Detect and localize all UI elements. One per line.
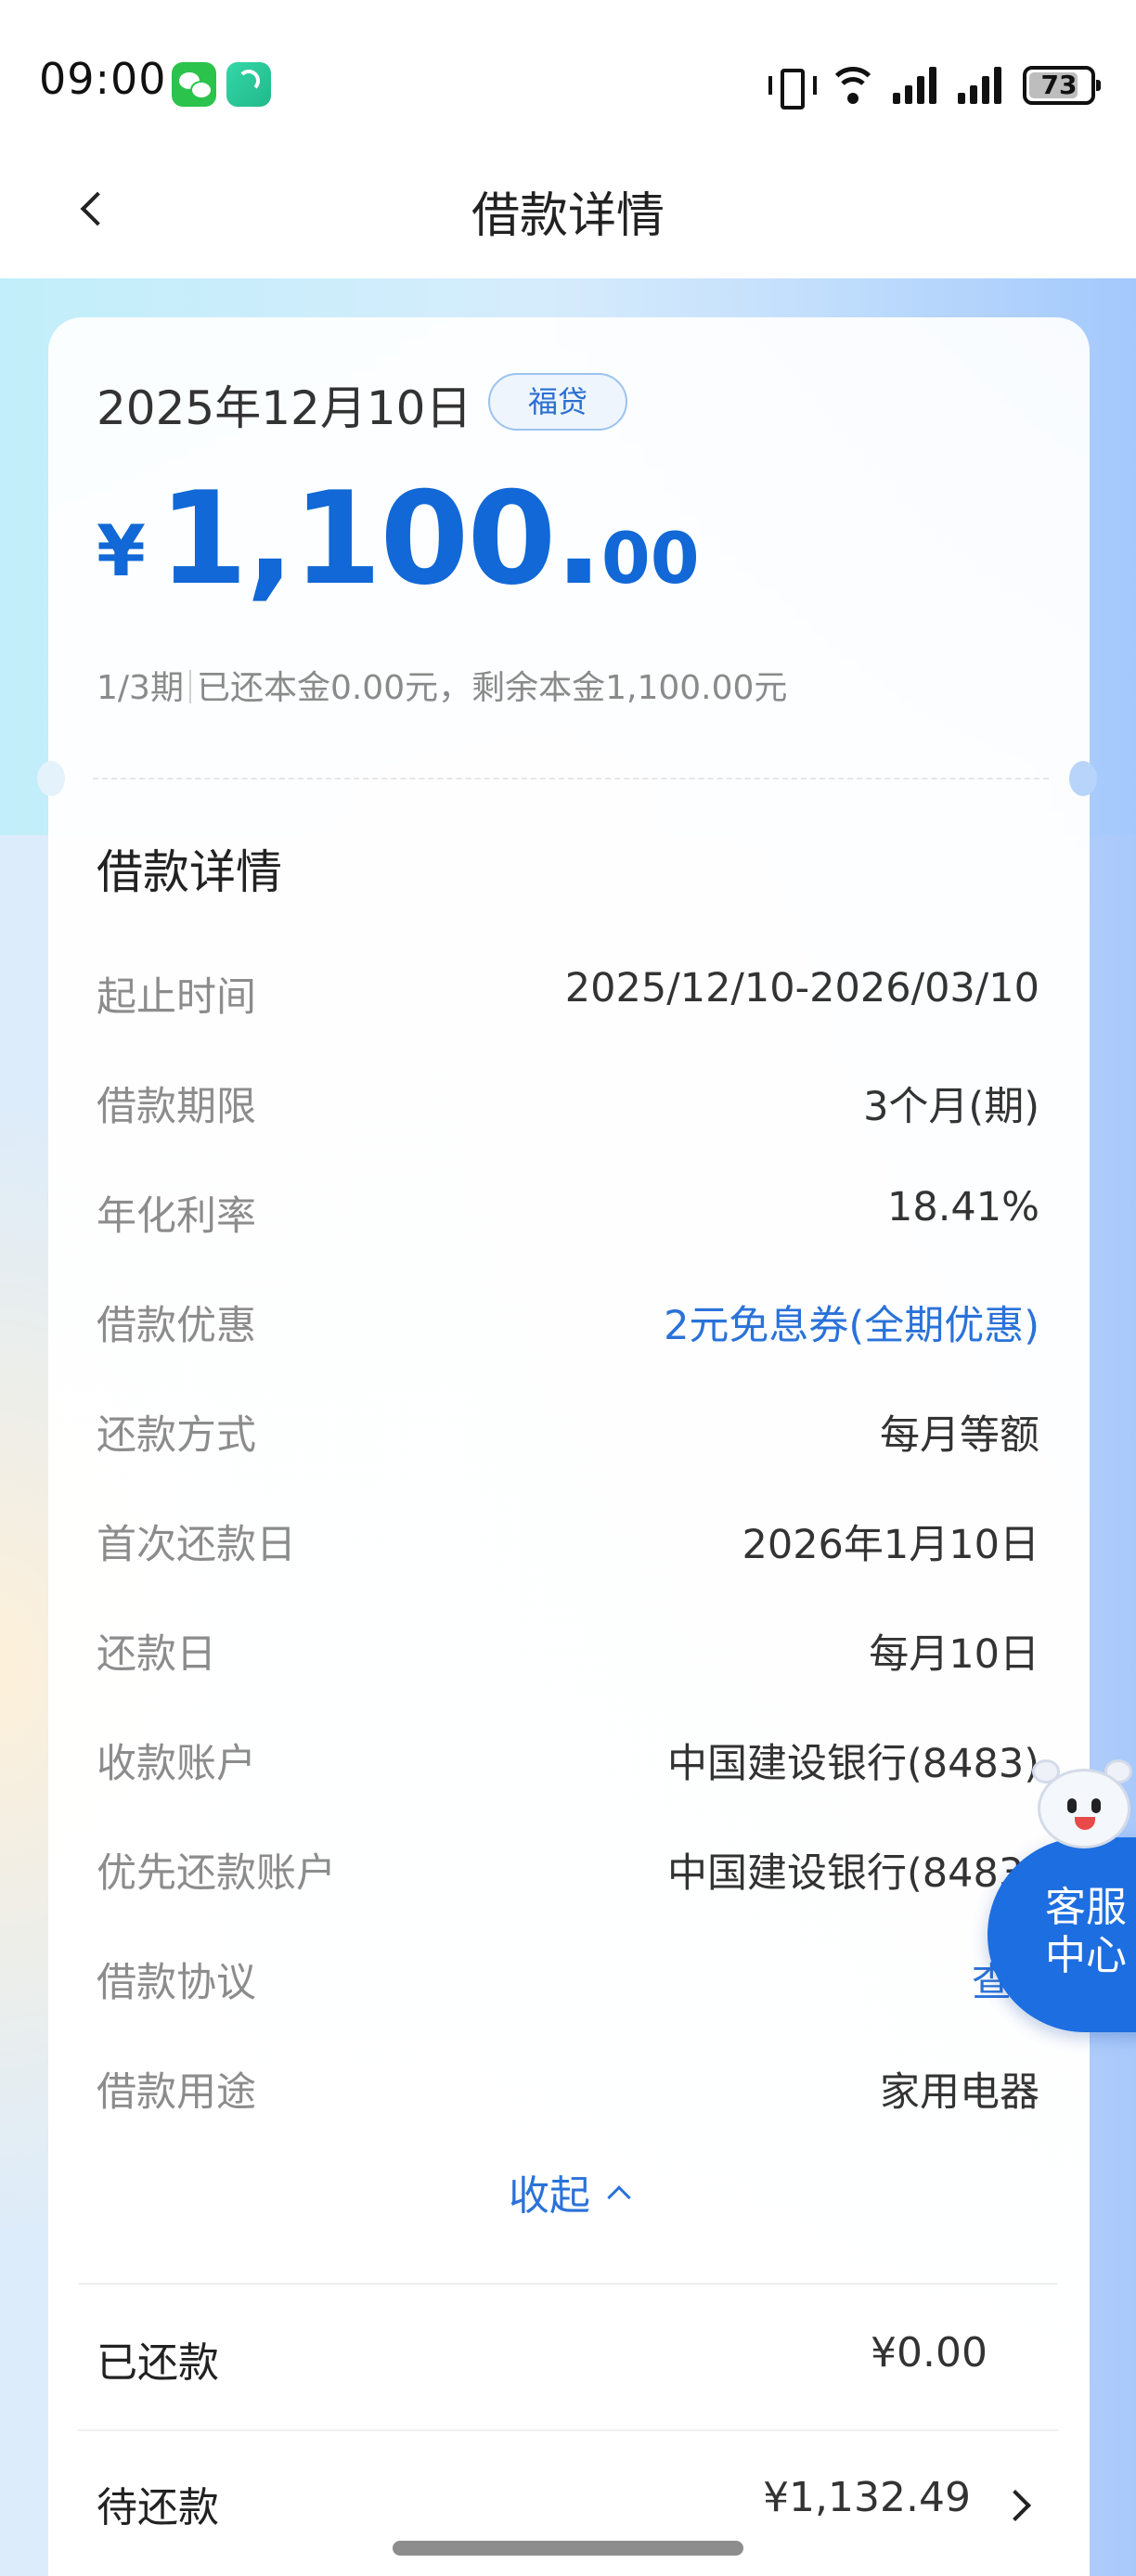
home-indicator[interactable] [393, 2541, 743, 2556]
detail-label: 借款协议 [97, 1960, 256, 2006]
loan-date: 2025年12月10日 [97, 381, 472, 435]
detail-label: 优先还款账户 [97, 1850, 336, 1897]
detail-row-receive-account: 收款账户 中国建设银行(8483) [97, 1732, 1039, 1806]
detail-label: 起止时间 [97, 974, 256, 1021]
detail-value: 3个月(期) [863, 1084, 1039, 1130]
detail-row-repay-account: 优先还款账户 中国建设银行(8483) [97, 1841, 1039, 1915]
detail-value: 中国建设银行(8483) [667, 1741, 1039, 1787]
back-button[interactable] [65, 176, 121, 241]
detail-label: 还款日 [97, 1631, 216, 1678]
card-notch-right [1069, 761, 1097, 796]
detail-row-agreement: 借款协议 查 [97, 1951, 1039, 2025]
detail-label: 还款方式 [97, 1412, 256, 1459]
customer-service-label: 客服中心 [1045, 1884, 1127, 1979]
loan-amount: ¥1,100.00 [97, 464, 700, 613]
detail-row-first-date: 首次还款日 2026年1月10日 [97, 1513, 1039, 1587]
collapse-label: 收起 [509, 2172, 590, 2220]
divider [78, 2283, 1058, 2285]
detail-value: 每月等额 [880, 1412, 1039, 1459]
detail-row-method: 还款方式 每月等额 [97, 1403, 1039, 1477]
chevron-up-icon [607, 2185, 631, 2209]
detail-row-due-day: 还款日 每月10日 [97, 1622, 1039, 1696]
principal-summary: 已还本金0.00元，剩余本金1,100.00元 [196, 669, 788, 707]
wechat-icon [172, 62, 216, 107]
detail-row-term: 借款期限 3个月(期) [97, 1075, 1039, 1149]
pending-row[interactable]: 待还款 ¥1,132.49 [97, 2474, 1039, 2548]
separator [188, 670, 191, 703]
mascot-icon [1030, 1756, 1136, 1852]
detail-label: 借款优惠 [97, 1303, 256, 1349]
status-bar: 09:00 73 [0, 0, 1136, 158]
divider [78, 2429, 1058, 2431]
dashed-divider [93, 778, 1049, 779]
detail-value: 2025/12/10-2026/03/10 [564, 965, 1039, 1011]
vibrate-icon [767, 67, 817, 109]
status-icons: 73 [767, 58, 1101, 113]
ai-assistant-icon [226, 62, 271, 107]
detail-label: 首次还款日 [97, 1522, 296, 1568]
detail-row-period: 起止时间 2025/12/10-2026/03/10 [97, 965, 1039, 1039]
detail-row-discount: 借款优惠 2元免息券(全期优惠) [97, 1294, 1039, 1368]
signal-icon [958, 65, 1010, 106]
coupon-link[interactable]: 2元免息券(全期优惠) [664, 1294, 1039, 1351]
term-progress: 1/3期 [97, 669, 184, 707]
amount-integer: 1,100. [158, 464, 603, 613]
detail-value: 18.41% [887, 1184, 1039, 1230]
chevron-right-icon [1000, 2490, 1031, 2521]
loan-detail-screen: 09:00 73 借款详情 2025年12月10日 福贷 ¥1,100.00 1… [0, 0, 1136, 2576]
details-title: 借款详情 [97, 845, 282, 899]
collapse-button[interactable]: 收起 [0, 2162, 1136, 2222]
wifi-icon [826, 65, 880, 106]
battery-icon: 73 [1023, 66, 1101, 105]
detail-label: 年化利率 [97, 1193, 256, 1240]
detail-row-purpose: 借款用途 家用电器 [97, 2060, 1039, 2134]
card-notch-left [37, 761, 65, 796]
signal-icon [893, 65, 945, 106]
detail-row-rate: 年化利率 18.41% [97, 1184, 1039, 1258]
detail-label: 收款账户 [97, 1741, 256, 1787]
detail-value: 2026年1月10日 [742, 1522, 1039, 1568]
repayment-progress: 1/3期 已还本金0.00元，剩余本金1,100.00元 [97, 661, 787, 709]
page-title: 借款详情 [471, 188, 665, 244]
pending-label: 待还款 [97, 2484, 219, 2531]
product-badge: 福贷 [488, 373, 627, 431]
pending-value: ¥1,132.49 [763, 2474, 971, 2521]
status-time: 09:00 [39, 54, 167, 104]
detail-value: 家用电器 [880, 2069, 1039, 2116]
amount-decimal: 00 [600, 517, 700, 599]
currency-symbol: ¥ [97, 509, 146, 592]
repaid-value: ¥0.00 [871, 2329, 988, 2376]
repaid-row: 已还款 ¥0.00 [97, 2329, 1039, 2403]
detail-value: 中国建设银行(8483) [667, 1850, 1039, 1897]
detail-value: 每月10日 [869, 1631, 1039, 1678]
detail-label: 借款用途 [97, 2069, 256, 2116]
battery-level: 73 [1040, 70, 1078, 100]
detail-label: 借款期限 [97, 1084, 256, 1130]
repaid-label: 已还款 [97, 2339, 219, 2387]
